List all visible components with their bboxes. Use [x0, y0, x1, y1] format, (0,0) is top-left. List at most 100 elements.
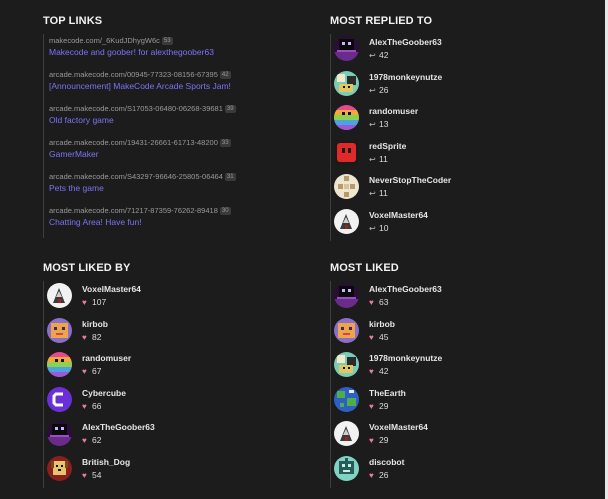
most-liked-by-panel: MOST LIKED BY VoxelMaster64 ♥ 107 kirbob … [43, 261, 303, 488]
link-title[interactable]: Pets the game [49, 183, 303, 194]
dog-avatar[interactable] [47, 455, 72, 481]
like-count: 42 [379, 366, 389, 376]
link-title[interactable]: Chatting Area! Have fun! [49, 217, 303, 228]
username[interactable]: British_Dog [82, 457, 130, 467]
most-liked-by-list: VoxelMaster64 ♥ 107 kirbob ♥ 82 randomuser… [43, 281, 303, 488]
rainbow-avatar[interactable] [47, 352, 72, 377]
discobot-avatar[interactable] [334, 455, 359, 481]
voxel-avatar[interactable] [334, 208, 359, 234]
click-count-badge: 42 [219, 71, 231, 79]
user-row: British_Dog ♥ 54 [43, 453, 303, 488]
reply-count: 13 [379, 119, 389, 129]
username[interactable]: TheEarth [369, 388, 406, 398]
heart-icon: ♥ [82, 470, 87, 480]
heart-icon: ♥ [82, 332, 87, 342]
link-item[interactable]: arcade.makecode.com/S17053-06480-06268-3… [43, 102, 303, 136]
reply-count: 11 [379, 188, 388, 198]
reply-icon: ↩ [369, 120, 376, 129]
redsprite-avatar[interactable] [334, 139, 359, 165]
voxel-avatar[interactable] [334, 421, 359, 446]
reply-icon: ↩ [369, 154, 376, 164]
voxel-avatar[interactable] [47, 283, 72, 308]
username[interactable]: 1978monkeynutze [369, 353, 442, 363]
heart-icon: ♥ [369, 436, 374, 445]
link-item[interactable]: arcade.makecode.com/S43297-96646-25805-0… [43, 170, 303, 204]
user-row: NeverStopTheCoder ↩ 11 [330, 172, 590, 207]
user-row: redSprite ↩ 11 [330, 137, 590, 172]
username[interactable]: AlexTheGoober63 [82, 422, 155, 432]
link-url: arcade.makecode.com/71217-87359-76262-89… [49, 206, 218, 215]
username[interactable]: Cybercube [82, 388, 126, 398]
reply-icon: ↩ [369, 85, 376, 95]
link-title[interactable]: GamerMaker [49, 149, 303, 160]
user-row: Cybercube ♥ 66 [43, 384, 303, 419]
user-row: kirbob ♥ 82 [43, 315, 303, 350]
username[interactable]: VoxelMaster64 [369, 210, 428, 220]
kirbob-avatar[interactable] [334, 317, 359, 343]
heart-icon: ♥ [82, 436, 87, 445]
monkey-avatar[interactable] [334, 352, 359, 377]
cybercube-avatar[interactable] [47, 386, 72, 412]
user-row: discobot ♥ 26 [330, 453, 590, 488]
goober-avatar[interactable] [334, 36, 359, 61]
link-title[interactable]: Makecode and goober! for alexthegoober63 [49, 47, 303, 58]
user-row: randomuser ↩ 13 [330, 103, 590, 138]
username[interactable]: VoxelMaster64 [82, 284, 141, 294]
heart-icon: ♥ [82, 367, 87, 376]
rainbow-avatar[interactable] [334, 105, 359, 130]
username[interactable]: randomuser [369, 106, 418, 116]
user-row: randomuser ♥ 67 [43, 350, 303, 385]
heart-icon: ♥ [369, 332, 374, 342]
reply-count: 11 [379, 153, 388, 164]
click-count-badge: 33 [219, 139, 231, 147]
earth-avatar[interactable] [334, 386, 359, 412]
top-links-list: makecode.com/_6KudJDhygW6c 53 Makecode an… [43, 34, 303, 238]
goober-avatar[interactable] [47, 421, 72, 446]
kirbob-avatar[interactable] [47, 317, 72, 343]
link-url: makecode.com/_6KudJDhygW6c [49, 36, 160, 45]
user-row: VoxelMaster64 ↩ 10 [330, 206, 590, 241]
heart-icon: ♥ [369, 470, 374, 480]
tan-pattern-avatar[interactable] [334, 174, 359, 199]
top-links-panel: TOP LINKS makecode.com/_6KudJDhygW6c 53 M… [43, 14, 303, 238]
username[interactable]: AlexTheGoober63 [369, 284, 442, 294]
click-count-badge: 53 [161, 37, 173, 45]
reply-icon: ↩ [369, 223, 376, 233]
username[interactable]: kirbob [369, 319, 395, 329]
link-title[interactable]: Old factory game [49, 115, 303, 126]
goober-avatar[interactable] [334, 283, 359, 308]
link-item[interactable]: arcade.makecode.com/00945-77323-08156-67… [43, 68, 303, 102]
username[interactable]: kirbob [82, 319, 108, 329]
user-row: AlexTheGoober63 ♥ 62 [43, 419, 303, 454]
link-item[interactable]: arcade.makecode.com/19431-26661-61713-48… [43, 136, 303, 170]
like-count: 26 [379, 469, 389, 480]
heart-icon: ♥ [82, 401, 87, 411]
user-row: AlexTheGoober63 ♥ 63 [330, 281, 590, 316]
username[interactable]: discobot [369, 457, 404, 467]
link-item[interactable]: makecode.com/_6KudJDhygW6c 53 Makecode an… [43, 34, 303, 68]
like-count: 29 [379, 400, 389, 411]
like-count: 45 [379, 331, 389, 342]
username[interactable]: AlexTheGoober63 [369, 37, 442, 47]
click-count-badge: 39 [224, 105, 236, 113]
click-count-badge: 30 [219, 207, 231, 215]
user-row: 1978monkeynutze ♥ 42 [330, 350, 590, 385]
username[interactable]: randomuser [82, 353, 131, 363]
user-row: 1978monkeynutze ↩ 26 [330, 68, 590, 103]
most-replied-title: MOST REPLIED TO [330, 15, 433, 27]
most-liked-by-title: MOST LIKED BY [43, 262, 131, 274]
user-row: kirbob ♥ 45 [330, 315, 590, 350]
link-url: arcade.makecode.com/S43297-96646-25805-0… [49, 172, 223, 181]
username[interactable]: VoxelMaster64 [369, 422, 428, 432]
username[interactable]: NeverStopTheCoder [369, 175, 451, 185]
most-replied-panel: MOST REPLIED TO AlexTheGoober63 ↩ 42 1978… [330, 14, 590, 241]
user-row: AlexTheGoober63 ↩ 42 [330, 34, 590, 69]
monkey-avatar[interactable] [334, 70, 359, 96]
link-title[interactable]: [Announcement] MakeCode Arcade Sports Ja… [49, 81, 303, 92]
link-item[interactable]: arcade.makecode.com/71217-87359-76262-89… [43, 204, 303, 238]
username[interactable]: redSprite [369, 141, 406, 151]
like-count: 63 [379, 297, 389, 307]
user-row: TheEarth ♥ 29 [330, 384, 590, 419]
username[interactable]: 1978monkeynutze [369, 72, 442, 82]
like-count: 66 [92, 400, 102, 411]
